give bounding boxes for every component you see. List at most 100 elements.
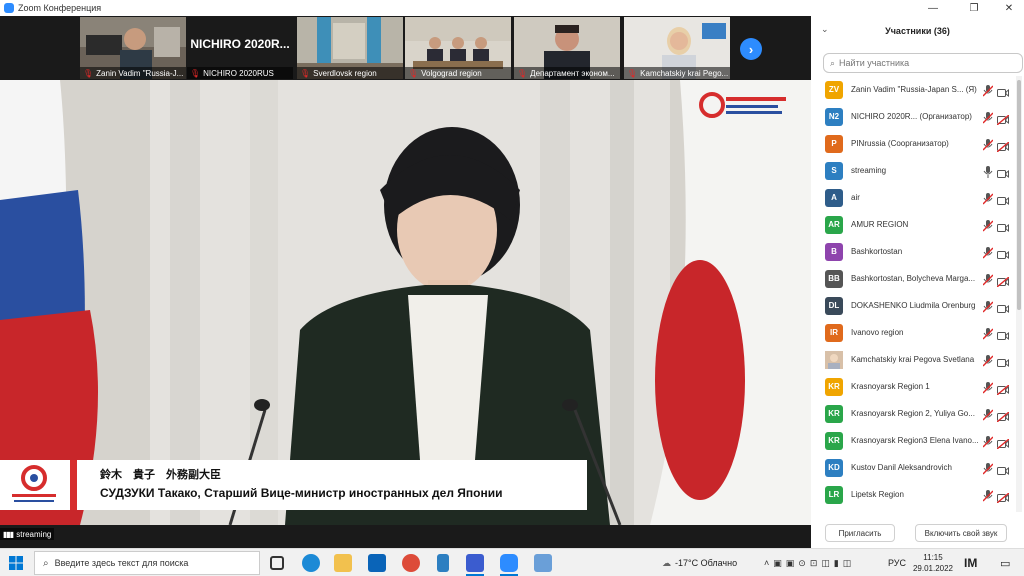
participant-name: DOKASHENKO Liudmila Orenburg	[851, 301, 976, 310]
notifications-icon[interactable]: ▭	[1000, 549, 1010, 576]
close-button[interactable]: ✕	[994, 0, 1024, 16]
participant-row[interactable]: P PINrussia (Соорганизатор)	[811, 130, 1016, 157]
video-thumbnail[interactable]: NICHIRO 2020R... 🎙 NICHIRO 2020RUS	[187, 17, 293, 79]
meet-now-icon[interactable]: IM	[964, 549, 977, 576]
participant-row[interactable]: KD Kustov Danil Aleksandrovich	[811, 454, 1016, 481]
taskbar-search[interactable]: ⌕ Введите здесь текст для поиска	[34, 551, 260, 575]
mic-muted-icon: 🎙	[83, 68, 94, 78]
mic-muted-icon[interactable]	[982, 138, 994, 150]
participant-row[interactable]: B Bashkortostan	[811, 238, 1016, 265]
participant-name: Krasnoyarsk Region 2, Yuliya Go...	[851, 409, 975, 418]
camera-off-icon[interactable]	[996, 409, 1010, 423]
file-explorer-icon[interactable]	[334, 554, 352, 572]
mic-muted-icon[interactable]	[982, 273, 994, 285]
camera-icon[interactable]	[997, 220, 1009, 232]
mic-muted-icon[interactable]	[982, 354, 994, 366]
participant-row[interactable]: KR Krasnoyarsk Region 1	[811, 373, 1016, 400]
participant-row[interactable]: DL DOKASHENKO Liudmila Orenburg	[811, 292, 1016, 319]
phone-app-icon[interactable]	[437, 554, 449, 572]
camera-icon[interactable]	[997, 166, 1009, 178]
camera-off-icon[interactable]	[996, 490, 1010, 504]
mic-muted-icon[interactable]	[982, 192, 994, 204]
mic-muted-icon[interactable]	[982, 300, 994, 312]
mic-muted-icon[interactable]	[982, 84, 994, 96]
taskbar-clock[interactable]: 11:15 29.01.2022	[910, 552, 956, 574]
camera-icon[interactable]	[997, 355, 1009, 367]
camera-icon[interactable]	[997, 328, 1009, 340]
scrollbar-thumb[interactable]	[1017, 80, 1021, 310]
participant-row[interactable]: KR Krasnoyarsk Region 2, Yuliya Go...	[811, 400, 1016, 427]
thumbnail-label: Департамент эконом...	[530, 68, 615, 78]
participant-search-input[interactable]	[839, 58, 1010, 68]
mic-icon[interactable]	[983, 165, 993, 178]
participant-list-scrollbar[interactable]	[1016, 76, 1022, 512]
unmute-myself-button[interactable]: Включить свой звук	[915, 524, 1007, 542]
tray-app-icons: ▣▣⊙⊡◫▮◫	[773, 557, 856, 568]
zoom-taskbar-icon[interactable]	[500, 554, 518, 572]
camera-icon[interactable]	[997, 193, 1009, 205]
windows-start-icon[interactable]	[9, 556, 23, 570]
minimize-button[interactable]: —	[918, 0, 948, 16]
maximize-button[interactable]: ❐	[959, 0, 989, 16]
participant-search[interactable]: ⌕	[823, 53, 1023, 73]
participant-row[interactable]: LR Lipetsk Region	[811, 481, 1016, 508]
participant-row[interactable]: Sstreaming	[811, 157, 1016, 184]
participant-row[interactable]: KR Krasnoyarsk Region3 Elena Ivano...	[811, 427, 1016, 454]
mic-muted-icon[interactable]	[982, 489, 994, 501]
camera-off-icon[interactable]	[996, 274, 1010, 288]
participant-avatar: A	[825, 188, 843, 207]
participant-avatar: ZV	[825, 80, 843, 99]
camera-off-icon[interactable]	[996, 436, 1010, 450]
mic-muted-icon[interactable]	[982, 246, 994, 258]
invite-button[interactable]: Пригласить	[825, 524, 895, 542]
mic-muted-icon[interactable]	[982, 219, 994, 231]
mic-muted-icon[interactable]	[982, 381, 994, 393]
participant-avatar: B	[825, 242, 843, 261]
participant-avatar: BB	[825, 269, 843, 288]
speaker-caption: 鈴木 貴子 外務副大臣 СУДЗУКИ Такако, Старший Вице…	[0, 460, 587, 510]
video-thumbnail[interactable]: 🎙 Zanin Vadim "Russia-J...	[80, 17, 186, 79]
paint-app-icon[interactable]	[534, 554, 552, 572]
task-view-icon[interactable]	[270, 556, 284, 570]
participant-avatar: KD	[825, 458, 843, 477]
participant-row[interactable]: N2 NICHIRO 2020R... (Организатор)	[811, 103, 1016, 130]
mic-muted-icon[interactable]	[982, 111, 994, 123]
signal-bars-icon: ▮▮▮	[3, 529, 14, 539]
video-thumbnail-strip: 🎙 Zanin Vadim "Russia-J... NICHIRO 2020R.…	[0, 16, 811, 80]
participant-row[interactable]: AR AMUR REGION	[811, 211, 1016, 238]
participant-row[interactable]: Aair	[811, 184, 1016, 211]
video-thumbnail[interactable]: 🎙 Kamchatskiy krai Pego...	[624, 17, 730, 79]
mic-muted-icon[interactable]	[982, 462, 994, 474]
participant-row[interactable]: ZV Zanin Vadim "Russia-Japan S... (Я)	[811, 76, 1016, 103]
mic-muted-icon[interactable]	[982, 327, 994, 339]
video-thumbnail[interactable]: 🎙 Sverdlovsk region	[297, 17, 403, 79]
next-page-button[interactable]: ›	[740, 38, 762, 60]
camera-icon[interactable]	[997, 247, 1009, 259]
zoom-app: Zoom Конференция — ❐ ✕ 🎙 Zanin Vadim "Rus…	[0, 0, 1024, 576]
participant-row[interactable]: Kamchatskiy krai Pegova Svetlana	[811, 346, 1016, 373]
weather-widget[interactable]: ☁ -17°C Облачно	[662, 549, 737, 576]
search-icon: ⌕	[43, 557, 49, 569]
mic-muted-icon[interactable]	[982, 435, 994, 447]
edge-browser-icon[interactable]	[302, 554, 320, 572]
video-thumbnail[interactable]: 🎙 Департамент эконом...	[514, 17, 620, 79]
camera-icon[interactable]	[997, 85, 1009, 97]
chrome-browser-icon[interactable]	[402, 554, 420, 572]
camera-off-icon[interactable]	[996, 382, 1010, 396]
mail-icon[interactable]	[368, 554, 386, 572]
mic-muted-icon[interactable]	[982, 408, 994, 420]
participant-row[interactable]: IR Ivanovo region	[811, 319, 1016, 346]
camera-icon[interactable]	[997, 301, 1009, 313]
participant-avatar: AR	[825, 215, 843, 234]
search-icon: ⌕	[830, 57, 836, 68]
stream-label: ▮▮▮ streaming	[0, 528, 55, 540]
video-thumbnail[interactable]: 🎙 Volgograd region	[405, 17, 511, 79]
participant-row[interactable]: BB Bashkortostan, Bolycheva Marga...	[811, 265, 1016, 292]
camera-off-icon[interactable]	[996, 139, 1010, 153]
language-indicator[interactable]: РУС	[888, 549, 906, 576]
system-tray-icons[interactable]: ˄ ▣▣⊙⊡◫▮◫	[764, 549, 855, 576]
camera-icon[interactable]	[997, 463, 1009, 475]
camera-off-icon[interactable]	[996, 112, 1010, 126]
chart-app-icon[interactable]	[466, 554, 484, 572]
participant-name: air	[851, 193, 860, 202]
